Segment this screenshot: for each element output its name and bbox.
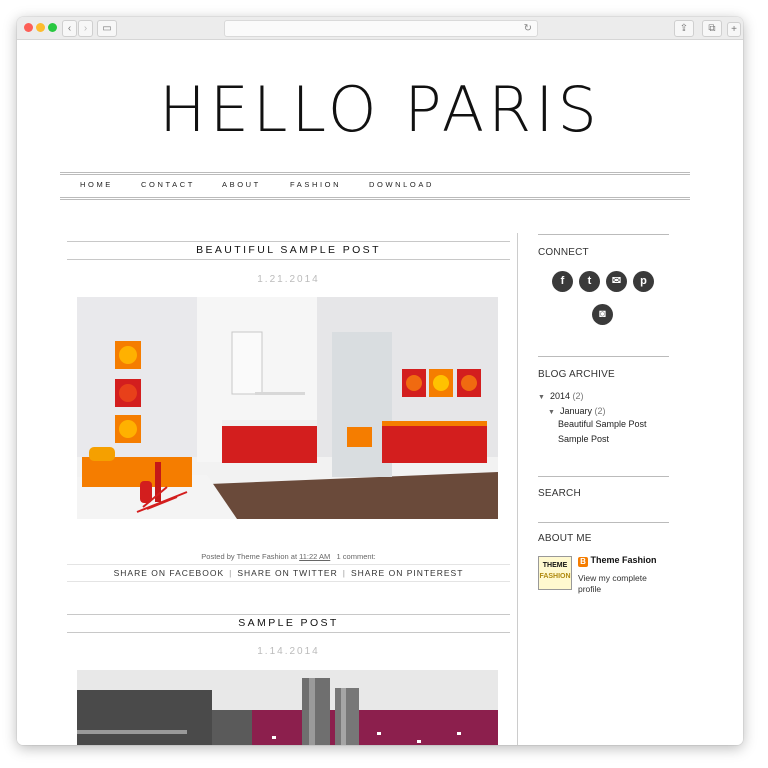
- share-separator: |: [342, 568, 346, 578]
- sidebar-divider: [517, 233, 518, 745]
- profile-name-row: B Theme Fashion: [578, 555, 657, 567]
- about-me-heading: ABOUT ME: [538, 533, 592, 544]
- archive-post-link[interactable]: Beautiful Sample Post: [558, 419, 647, 429]
- share-twitter-link[interactable]: SHARE ON TWITTER: [237, 568, 337, 578]
- avatar-text: FASHION: [539, 573, 571, 580]
- archive-month[interactable]: ▼ January (2): [548, 406, 605, 416]
- share-separator: |: [229, 568, 233, 578]
- view-profile-link[interactable]: View my complete profile: [578, 573, 658, 595]
- post-meta: Posted by Theme Fashion at 11:22 AM 1 co…: [67, 552, 510, 561]
- forward-icon[interactable]: ›: [78, 20, 93, 37]
- share-bar: SHARE ON FACEBOOK | SHARE ON TWITTER | SHARE…: [67, 564, 510, 582]
- minimize-window-button[interactable]: [36, 23, 45, 32]
- main-nav: HOME CONTACT ABOUT FASHION DOWNLOAD: [60, 172, 690, 200]
- back-icon[interactable]: ‹: [62, 20, 77, 37]
- share-icon[interactable]: ⇪: [674, 20, 694, 37]
- nav-home[interactable]: HOME: [80, 180, 113, 189]
- blog-title[interactable]: HELLO PARIS: [17, 73, 743, 146]
- sidebar-rule: [538, 234, 669, 235]
- comments-link[interactable]: 1 comment:: [337, 552, 376, 561]
- page-content: HELLO PARIS HOME CONTACT ABOUT FASHION D…: [17, 40, 743, 745]
- instagram-icon[interactable]: ◙: [592, 304, 613, 325]
- collapse-triangle-icon[interactable]: ▼: [538, 394, 545, 401]
- sidebar-rule: [538, 522, 669, 523]
- blog-archive-heading: BLOG ARCHIVE: [538, 369, 615, 380]
- archive-year-label[interactable]: 2014: [550, 391, 570, 401]
- twitter-icon[interactable]: t: [579, 271, 600, 292]
- archive-year[interactable]: ▼ 2014 (2): [538, 391, 583, 401]
- post-author-link[interactable]: Theme Fashion: [237, 552, 289, 561]
- close-window-button[interactable]: [24, 23, 33, 32]
- nav-fashion[interactable]: FASHION: [290, 180, 341, 189]
- sidebar-toggle-icon[interactable]: ▭: [97, 20, 117, 37]
- blogger-icon: B: [578, 557, 588, 567]
- post-image-kitchen[interactable]: [77, 670, 498, 745]
- search-heading: SEARCH: [538, 488, 581, 499]
- avatar[interactable]: THEME FASHION: [538, 556, 572, 590]
- facebook-icon[interactable]: f: [552, 271, 573, 292]
- browser-toolbar: ‹ › ▭ ↻ ⇪ ⧉ +: [17, 17, 743, 40]
- avatar-text: THEME: [542, 562, 568, 569]
- archive-month-label[interactable]: January: [560, 406, 592, 416]
- at-label: at: [290, 552, 298, 561]
- nav-contact[interactable]: CONTACT: [141, 180, 195, 189]
- posted-by-label: Posted by: [201, 552, 235, 561]
- reload-icon[interactable]: ↻: [524, 21, 532, 36]
- profile-name-link[interactable]: Theme Fashion: [591, 555, 657, 565]
- collapse-triangle-icon[interactable]: ▼: [548, 409, 555, 416]
- post-title[interactable]: BEAUTIFUL SAMPLE POST: [67, 241, 510, 260]
- nav-about[interactable]: ABOUT: [222, 180, 261, 189]
- browser-window: ‹ › ▭ ↻ ⇪ ⧉ + HELLO PARIS HOME CONTACT A…: [17, 17, 743, 745]
- address-bar[interactable]: ↻: [224, 20, 538, 37]
- tabs-overview-icon[interactable]: ⧉: [702, 20, 722, 37]
- share-pinterest-link[interactable]: SHARE ON PINTEREST: [351, 568, 463, 578]
- archive-post-link[interactable]: Sample Post: [558, 434, 609, 444]
- post-time-link[interactable]: 11:22 AM: [299, 552, 330, 561]
- email-icon[interactable]: ✉: [606, 271, 627, 292]
- sidebar-rule: [538, 476, 669, 477]
- archive-month-count: (2): [594, 406, 606, 416]
- post-date: 1.21.2014: [257, 274, 320, 285]
- connect-heading: CONNECT: [538, 247, 589, 258]
- new-tab-icon[interactable]: +: [727, 22, 741, 37]
- zoom-window-button[interactable]: [48, 23, 57, 32]
- nav-download[interactable]: DOWNLOAD: [369, 180, 434, 189]
- sidebar-rule: [538, 356, 669, 357]
- share-facebook-link[interactable]: SHARE ON FACEBOOK: [114, 568, 225, 578]
- archive-year-count: (2): [572, 391, 584, 401]
- post-title[interactable]: SAMPLE POST: [67, 614, 510, 633]
- post-image-bathroom[interactable]: [77, 297, 498, 519]
- pinterest-icon[interactable]: p: [633, 271, 654, 292]
- post-date: 1.14.2014: [257, 646, 320, 657]
